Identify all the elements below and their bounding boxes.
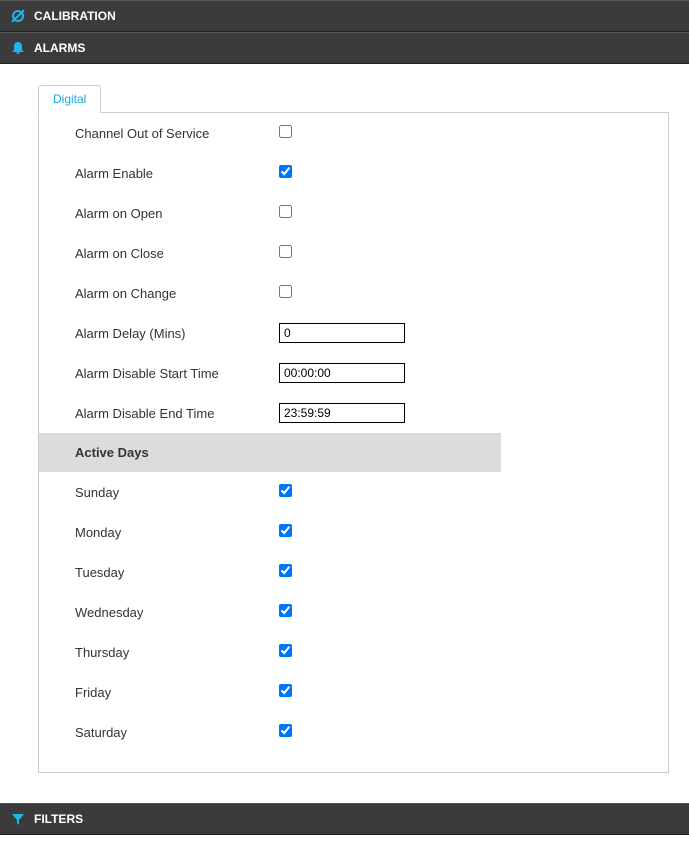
row-alarm-delay: Alarm Delay (Mins) <box>39 313 668 353</box>
checkbox-tuesday[interactable] <box>279 564 292 577</box>
row-alarm-disable-end: Alarm Disable End Time <box>39 393 668 433</box>
checkbox-alarm-enable[interactable] <box>279 165 292 178</box>
row-tuesday: Tuesday <box>39 552 668 592</box>
label-alarm-on-change: Alarm on Change <box>75 286 279 301</box>
row-alarm-on-change: Alarm on Change <box>39 273 668 313</box>
section-bar-alarms[interactable]: ALARMS <box>0 32 689 64</box>
label-thursday: Thursday <box>75 645 279 660</box>
checkbox-wednesday[interactable] <box>279 604 292 617</box>
row-sunday: Sunday <box>39 472 668 512</box>
row-wednesday: Wednesday <box>39 592 668 632</box>
row-thursday: Thursday <box>39 632 668 672</box>
label-saturday: Saturday <box>75 725 279 740</box>
label-channel-out-of-service: Channel Out of Service <box>75 126 279 141</box>
row-friday: Friday <box>39 672 668 712</box>
tab-digital[interactable]: Digital <box>38 85 101 113</box>
row-alarm-on-close: Alarm on Close <box>39 233 668 273</box>
row-channel-out-of-service: Channel Out of Service <box>39 113 668 153</box>
checkbox-sunday[interactable] <box>279 484 292 497</box>
label-wednesday: Wednesday <box>75 605 279 620</box>
row-alarm-disable-start: Alarm Disable Start Time <box>39 353 668 393</box>
checkbox-alarm-on-close[interactable] <box>279 245 292 258</box>
section-title: FILTERS <box>34 812 83 826</box>
input-alarm-disable-end[interactable] <box>279 403 405 423</box>
section-bar-filters[interactable]: FILTERS <box>0 803 689 835</box>
checkbox-thursday[interactable] <box>279 644 292 657</box>
label-monday: Monday <box>75 525 279 540</box>
calibration-icon <box>10 8 26 24</box>
section-title: CALIBRATION <box>34 9 116 23</box>
checkbox-alarm-on-open[interactable] <box>279 205 292 218</box>
checkbox-friday[interactable] <box>279 684 292 697</box>
section-bar-calibration[interactable]: CALIBRATION <box>0 0 689 32</box>
row-saturday: Saturday <box>39 712 668 752</box>
checkbox-alarm-on-change[interactable] <box>279 285 292 298</box>
row-monday: Monday <box>39 512 668 552</box>
tab-strip: Digital <box>38 84 669 113</box>
checkbox-monday[interactable] <box>279 524 292 537</box>
section-title: ALARMS <box>34 41 85 55</box>
label-alarm-disable-end: Alarm Disable End Time <box>75 406 279 421</box>
filter-icon <box>10 811 26 827</box>
label-friday: Friday <box>75 685 279 700</box>
checkbox-saturday[interactable] <box>279 724 292 737</box>
alarms-content: Digital Channel Out of Service Alarm Ena… <box>0 64 689 803</box>
label-tuesday: Tuesday <box>75 565 279 580</box>
label-alarm-on-open: Alarm on Open <box>75 206 279 221</box>
alarms-panel: Channel Out of Service Alarm Enable Alar… <box>38 113 669 773</box>
label-alarm-enable: Alarm Enable <box>75 166 279 181</box>
input-alarm-delay[interactable] <box>279 323 405 343</box>
row-alarm-on-open: Alarm on Open <box>39 193 668 233</box>
checkbox-channel-out-of-service[interactable] <box>279 125 292 138</box>
label-sunday: Sunday <box>75 485 279 500</box>
label-alarm-on-close: Alarm on Close <box>75 246 279 261</box>
bell-icon <box>10 40 26 56</box>
input-alarm-disable-start[interactable] <box>279 363 405 383</box>
label-alarm-disable-start: Alarm Disable Start Time <box>75 366 279 381</box>
group-header-active-days: Active Days <box>39 433 501 472</box>
row-alarm-enable: Alarm Enable <box>39 153 668 193</box>
label-alarm-delay: Alarm Delay (Mins) <box>75 326 279 341</box>
